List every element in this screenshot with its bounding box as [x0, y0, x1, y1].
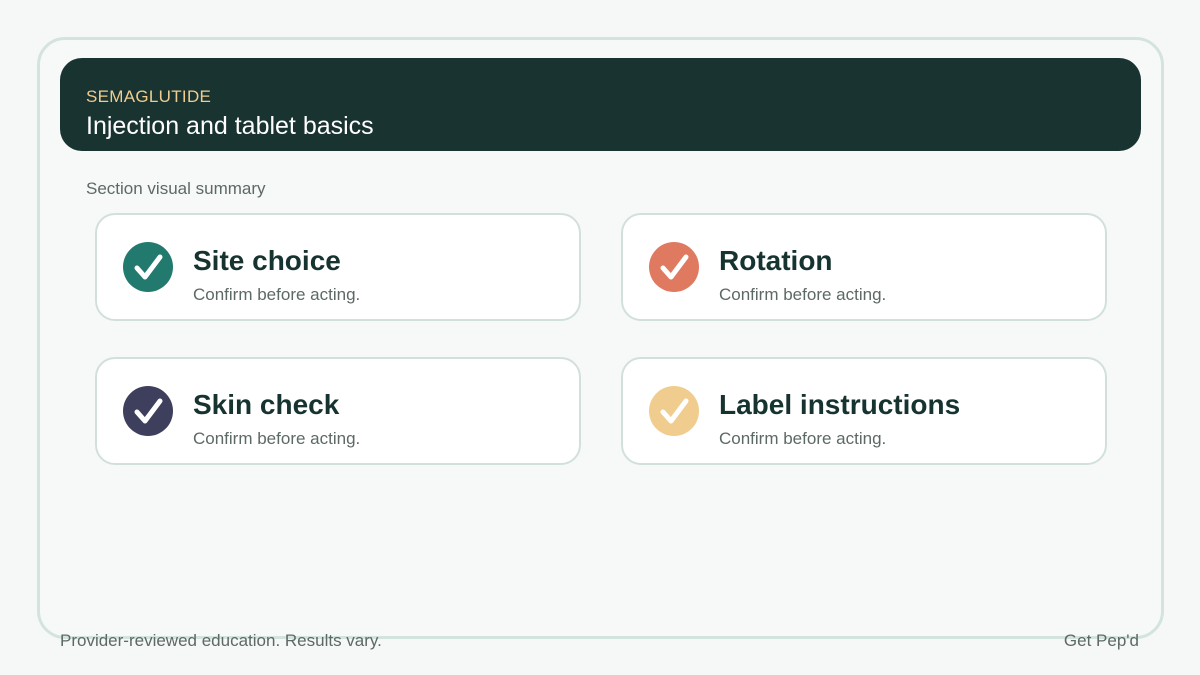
card-title: Site choice — [193, 245, 341, 276]
check-icon — [649, 242, 699, 292]
footer-disclaimer: Provider-reviewed education. Results var… — [60, 631, 382, 650]
header-eyebrow: SEMAGLUTIDE — [86, 87, 212, 106]
card-label-instructions: Label instructions Confirm before acting… — [621, 357, 1107, 465]
footer-brand: Get Pep'd — [1063, 631, 1139, 650]
card-title: Skin check — [193, 389, 340, 420]
card-subtitle: Confirm before acting. — [719, 429, 887, 448]
section-label: Section visual summary — [86, 179, 266, 198]
header-title: Injection and tablet basics — [86, 112, 374, 140]
card-subtitle: Confirm before acting. — [719, 285, 887, 304]
page: SEMAGLUTIDE Injection and tablet basics … — [0, 0, 1200, 675]
card-subtitle: Confirm before acting. — [193, 285, 361, 304]
card-title: Label instructions — [719, 389, 961, 420]
check-icon — [123, 386, 173, 436]
header-banner: SEMAGLUTIDE Injection and tablet basics — [60, 58, 1141, 151]
card-title: Rotation — [719, 245, 833, 276]
card-rotation: Rotation Confirm before acting. — [621, 213, 1107, 321]
check-icon — [123, 242, 173, 292]
check-icon — [649, 386, 699, 436]
card-skin-check: Skin check Confirm before acting. — [95, 357, 581, 465]
card-subtitle: Confirm before acting. — [193, 429, 361, 448]
card-site-choice: Site choice Confirm before acting. — [95, 213, 581, 321]
